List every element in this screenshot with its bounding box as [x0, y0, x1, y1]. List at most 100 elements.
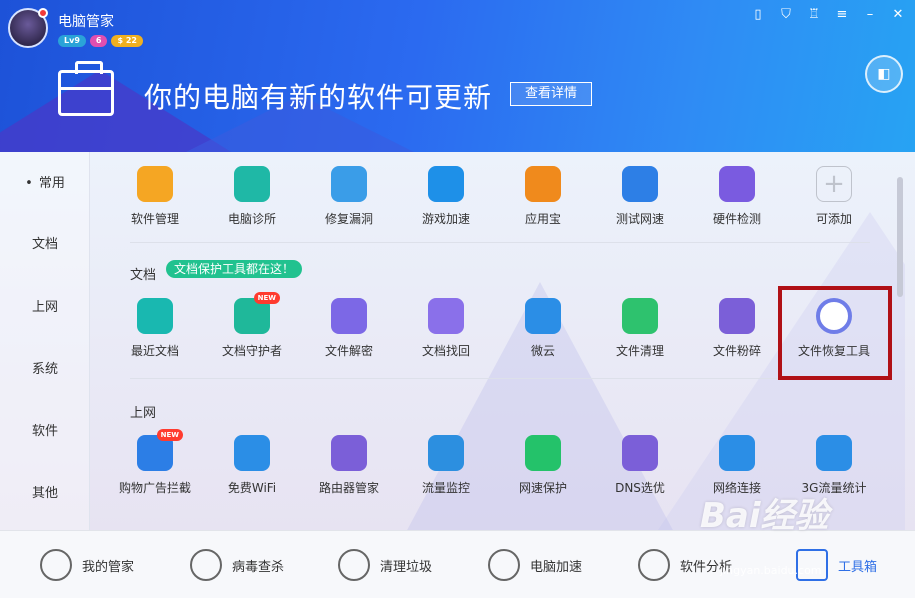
tool-router[interactable]: 路由器管家	[304, 435, 394, 505]
shredder-icon	[719, 298, 755, 334]
vip-badge[interactable]: 6	[89, 35, 108, 47]
watermark-logo: Bai经验	[700, 496, 829, 536]
section-title-docs: 文档	[130, 268, 157, 283]
user-avatar[interactable]	[8, 8, 48, 48]
collapse-panel-button[interactable]: ◧	[865, 55, 903, 93]
tool-label: 文件粉碎	[712, 344, 761, 358]
main-body: 常用 文档 上网 系统 软件 其他 软件管理 电脑诊所 修复漏洞 游戏加速 应用宝 测试网…	[0, 152, 915, 530]
cloud-icon	[525, 298, 561, 334]
tool-stethoscope[interactable]: 电脑诊所	[207, 166, 297, 236]
tool-label: 电脑诊所	[227, 212, 276, 226]
tool-add[interactable]: + 可添加	[789, 166, 879, 236]
tool-label: 硬件检测	[712, 212, 761, 226]
tool-wifi[interactable]: 免费WiFi	[207, 435, 297, 505]
view-details-button[interactable]: 查看详情	[510, 82, 592, 106]
globe-icon	[719, 435, 755, 471]
update-headline: 你的电脑有新的软件可更新	[144, 81, 493, 114]
section-divider	[130, 378, 870, 379]
tool-cloud[interactable]: 微云	[498, 298, 588, 368]
nav-clean-junk[interactable]: 清理垃圾	[338, 548, 432, 582]
folder-lock-icon	[331, 298, 367, 334]
tool-chip[interactable]: 硬件检测	[692, 166, 782, 236]
tool-app-store[interactable]: 应用宝	[498, 166, 588, 236]
windows-patch-icon	[331, 166, 367, 202]
software-manager-icon	[137, 166, 173, 202]
server-icon	[622, 435, 658, 471]
skin-icon[interactable]: ♖	[805, 6, 823, 24]
tool-trash[interactable]: 文件清理	[595, 298, 685, 368]
tool-label: 文件解密	[324, 344, 373, 358]
sidebar-item-other[interactable]: 其他	[0, 482, 90, 506]
docs-tip-badge: 文档保护工具都在这！	[166, 260, 303, 278]
tool-label: 修复漏洞	[324, 212, 373, 226]
tool-recent-docs[interactable]: 最近文档	[110, 298, 200, 368]
tool-folder-lock[interactable]: 文件解密	[304, 298, 394, 368]
tool-label: 微云	[530, 344, 555, 358]
shield-check-icon	[525, 435, 561, 471]
tool-label: 软件管理	[130, 212, 179, 226]
nav-my-manager[interactable]: 我的管家	[40, 548, 134, 582]
analysis-icon	[638, 549, 670, 581]
window-controls: ▯ ⛉ ♖ ≡ – ✕	[749, 6, 907, 24]
tool-monitor[interactable]: 流量监控	[401, 435, 491, 505]
nav-label: 工具箱	[838, 559, 878, 575]
ad-block-icon: NEW	[137, 429, 183, 471]
rocket-icon	[488, 549, 520, 581]
nav-virus-scan[interactable]: 病毒查杀	[190, 548, 284, 582]
tool-speedometer[interactable]: 测试网速	[595, 166, 685, 236]
sidebar-item-docs[interactable]: 文档	[0, 233, 90, 257]
doc-search-icon	[428, 298, 464, 334]
tool-shredder[interactable]: 文件粉碎	[692, 298, 782, 368]
tool-server[interactable]: DNS选优	[595, 435, 685, 505]
highlight-box	[778, 286, 892, 380]
nav-speed-up[interactable]: 电脑加速	[488, 548, 582, 582]
doc-guard-icon: NEW	[234, 292, 280, 334]
avatar-icon	[40, 549, 72, 581]
nav-label: 清理垃圾	[380, 559, 433, 575]
tool-software-manager[interactable]: 软件管理	[110, 166, 200, 236]
tool-doc-search[interactable]: 文档找回	[401, 298, 491, 368]
router-icon	[331, 435, 367, 471]
minimize-icon[interactable]: –	[861, 6, 879, 24]
tool-label: 应用宝	[524, 212, 561, 226]
phone-icon[interactable]: ▯	[749, 6, 767, 24]
category-sidebar: 常用 文档 上网 系统 软件 其他	[0, 152, 90, 530]
game-boost-icon	[428, 166, 464, 202]
level-badge[interactable]: Lv9	[58, 35, 86, 47]
chip-icon	[719, 166, 755, 202]
nav-software-analysis[interactable]: 软件分析	[638, 548, 732, 582]
speedometer-icon	[622, 166, 658, 202]
sidebar-item-web[interactable]: 上网	[0, 296, 90, 320]
close-icon[interactable]: ✕	[889, 6, 907, 24]
tool-label: 可添加	[815, 212, 852, 226]
tool-label: 最近文档	[130, 344, 179, 358]
virus-scan-icon	[190, 549, 222, 581]
menu-icon[interactable]: ≡	[833, 6, 851, 24]
tool-label: 文档找回	[421, 344, 470, 358]
tool-label: 文档守护者	[221, 344, 282, 358]
tool-doc-guard[interactable]: NEW 文档守护者	[207, 292, 297, 368]
pc-manager-window: 电脑管家 Lv9 6 $ 22 ▯ ⛉ ♖ ≡ – ✕ 你的电脑有新的软件可更新…	[0, 0, 915, 598]
watermark-url: jingyan.baidu.com	[720, 564, 822, 577]
tool-label: 免费WiFi	[227, 481, 277, 495]
nav-label: 电脑加速	[530, 559, 583, 575]
app-store-icon	[525, 166, 561, 202]
user-badges: Lv9 6 $ 22	[58, 35, 143, 47]
3g-icon	[816, 435, 852, 471]
tool-ad-block[interactable]: NEW 购物广告拦截	[110, 429, 200, 505]
sidebar-item-common[interactable]: 常用	[0, 172, 90, 196]
coin-badge[interactable]: $ 22	[111, 35, 143, 47]
tool-shield-check[interactable]: 网速保护	[498, 435, 588, 505]
wifi-icon	[234, 435, 270, 471]
new-badge: NEW	[156, 429, 183, 441]
tool-game-boost[interactable]: 游戏加速	[401, 166, 491, 236]
sidebar-item-software[interactable]: 软件	[0, 420, 90, 444]
shield-icon[interactable]: ⛉	[777, 6, 795, 24]
scrollbar[interactable]	[897, 177, 903, 297]
tool-windows-patch[interactable]: 修复漏洞	[304, 166, 394, 236]
recent-docs-icon	[137, 298, 173, 334]
sidebar-item-system[interactable]: 系统	[0, 358, 90, 382]
notification-dot	[38, 8, 48, 18]
tool-label: 游戏加速	[421, 212, 470, 226]
tool-label: 购物广告拦截	[118, 481, 191, 495]
